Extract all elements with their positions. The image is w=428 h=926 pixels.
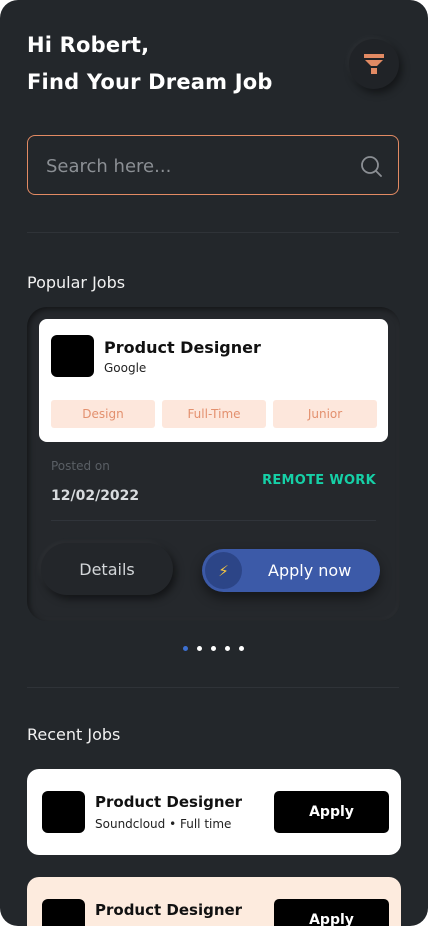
divider xyxy=(27,687,399,688)
popular-job-card[interactable]: Product Designer Google Design Full-Time… xyxy=(27,307,400,621)
job-title: Product Designer xyxy=(95,793,243,811)
search-bar[interactable] xyxy=(27,135,399,196)
card-divider xyxy=(51,520,376,521)
apply-now-label: Apply now xyxy=(268,561,352,580)
carousel-dot[interactable] xyxy=(225,646,230,651)
filter-funnel-icon xyxy=(364,54,384,74)
carousel-dot[interactable] xyxy=(239,646,244,651)
app-screen: Hi Robert, Find Your Dream Job Popular J… xyxy=(0,0,428,926)
tag-full-time: Full-Time xyxy=(162,400,266,428)
recent-job-item[interactable]: Product Designer Soundcloud • Full time … xyxy=(27,769,401,855)
recent-jobs-title: Recent Jobs xyxy=(27,725,121,744)
carousel-dot[interactable] xyxy=(183,646,188,651)
apply-button[interactable]: Apply xyxy=(274,899,389,926)
carousel-dot[interactable] xyxy=(211,646,216,651)
details-button[interactable]: Details xyxy=(41,543,173,595)
search-input[interactable] xyxy=(44,136,348,196)
lightning-bolt-icon: ⚡ xyxy=(205,552,242,589)
company-name: Google xyxy=(104,361,147,375)
apply-button[interactable]: Apply xyxy=(274,791,389,833)
search-icon[interactable] xyxy=(360,155,382,177)
recent-job-item[interactable]: Product Designer Apply xyxy=(27,877,401,926)
greeting-line-1: Hi Robert, xyxy=(27,33,150,57)
filter-button[interactable] xyxy=(349,39,399,89)
apply-now-button[interactable]: ⚡ Apply now xyxy=(202,549,380,592)
posted-label: Posted on xyxy=(51,459,110,473)
job-subtitle: Soundcloud • Full time xyxy=(95,817,232,831)
divider xyxy=(27,232,399,233)
company-logo xyxy=(42,899,85,926)
job-title: Product Designer xyxy=(95,901,243,919)
job-title: Product Designer xyxy=(104,338,261,357)
posted-date: 12/02/2022 xyxy=(51,488,140,504)
popular-jobs-title: Popular Jobs xyxy=(27,273,126,292)
work-type-label: REMOTE WORK xyxy=(262,473,376,488)
company-logo xyxy=(51,335,94,377)
tag-design: Design xyxy=(51,400,155,428)
greeting-line-2: Find Your Dream Job xyxy=(27,70,273,94)
carousel-indicator xyxy=(183,646,244,651)
company-logo xyxy=(42,791,85,833)
tag-junior: Junior xyxy=(273,400,377,428)
job-summary[interactable]: Product Designer Google Design Full-Time… xyxy=(39,319,388,442)
carousel-dot[interactable] xyxy=(197,646,202,651)
